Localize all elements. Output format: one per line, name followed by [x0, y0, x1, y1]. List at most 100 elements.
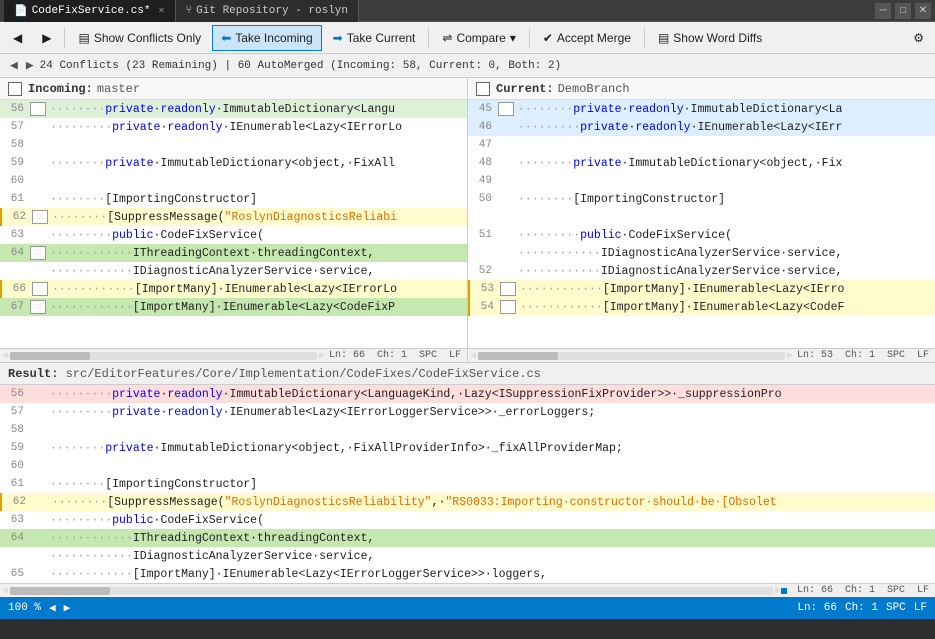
result-path: src/EditorFeatures/Core/Implementation/C…	[66, 367, 541, 381]
sep4	[644, 28, 645, 48]
compare-button[interactable]: ⇌ Compare ▾	[433, 25, 524, 51]
table-row: 49	[468, 172, 935, 190]
table-row: 60	[0, 172, 467, 190]
sep1	[64, 28, 65, 48]
take-incoming-label: Take Incoming	[235, 31, 312, 45]
footer-nav-prev[interactable]: ◀	[49, 601, 56, 615]
table-row: 57 ·········private·readonly·IEnumerable…	[0, 118, 467, 136]
table-row: 61 ········[ImportingConstructor]	[0, 190, 467, 208]
result-scroll-left[interactable]: ◀	[2, 585, 8, 597]
result-label: Result:	[8, 367, 66, 381]
incoming-ln: Ln: 66 Ch: 1 SPC LF	[325, 350, 465, 361]
show-word-diffs-button[interactable]: ▤ Show Word Diffs	[649, 25, 771, 51]
table-row: 56 ·········private·readonly·ImmutableDi…	[0, 385, 935, 403]
footer-spc: SPC	[886, 602, 906, 614]
incoming-checkbox[interactable]	[8, 82, 22, 96]
footer-nav-next[interactable]: ▶	[64, 601, 71, 615]
table-row: 62 ········[SuppressMessage("RoslynDiagn…	[0, 493, 935, 511]
table-row: 65 ············[ImportMany]·IEnumerable<…	[0, 565, 935, 583]
table-row: 58	[0, 421, 935, 439]
show-conflicts-label: Show Conflicts Only	[94, 31, 201, 45]
table-row: 51 ·········public·CodeFixService(	[468, 226, 935, 244]
footer-bar: 100 % ◀ ▶ Ln: 66 Ch: 1 SPC LF	[0, 597, 935, 619]
nav-back-button[interactable]: ◀	[4, 25, 31, 51]
incoming-scroll-left[interactable]: ◀	[2, 350, 8, 362]
table-row: 64 ☑ ············IThreadingContext·threa…	[0, 244, 467, 262]
nav-forward-button[interactable]: ▶	[33, 25, 60, 51]
incoming-header: Incoming: master	[0, 78, 467, 100]
toolbar: ◀ ▶ ▤ Show Conflicts Only ⬅ Take Incomin…	[0, 22, 935, 54]
table-row: 61 ········[ImportingConstructor]	[0, 475, 935, 493]
title-tabs: 📄 CodeFixService.cs* ✕ ⑂ Git Repository …	[4, 0, 359, 22]
compare-dropdown-icon: ▾	[510, 31, 516, 45]
show-conflicts-button[interactable]: ▤ Show Conflicts Only	[69, 25, 210, 51]
close-button[interactable]: ✕	[915, 3, 931, 19]
table-row: 57 ·········private·readonly·IEnumerable…	[0, 403, 935, 421]
footer-ch: Ch: 1	[845, 602, 878, 614]
settings-icon: ⚙	[913, 31, 924, 45]
current-pane: Current: DemoBranch 45 ········private·r…	[468, 78, 935, 362]
tab-gitRepo[interactable]: ⑂ Git Repository - roslyn	[176, 0, 359, 22]
compare-icon: ⇌	[442, 31, 452, 45]
table-row: ············IDiagnosticAnalyzerService·s…	[0, 547, 935, 565]
footer-zoom: 100 %	[8, 602, 41, 614]
nav-back-icon: ◀	[13, 31, 22, 45]
tab-label-gitRepo: Git Repository - roslyn	[196, 5, 348, 17]
title-bar: 📄 CodeFixService.cs* ✕ ⑂ Git Repository …	[0, 0, 935, 22]
table-row: ············IDiagnosticAnalyzerService·s…	[0, 262, 467, 280]
table-row: 58	[0, 136, 467, 154]
tab-codeFix[interactable]: 📄 CodeFixService.cs* ✕	[4, 0, 176, 22]
take-current-icon: ➡	[333, 31, 343, 45]
tab-label-codeFix: CodeFixService.cs*	[32, 5, 151, 17]
take-current-button[interactable]: ➡ Take Current	[324, 25, 425, 51]
result-scrollbar[interactable]: ◀ ▶ Ln: 66 Ch: 1 SPC LF	[0, 583, 935, 597]
minimize-button[interactable]: ─	[875, 3, 891, 19]
sep3	[529, 28, 530, 48]
tab-icon-codeFix: 📄	[14, 4, 28, 18]
table-row: 59 ········private·ImmutableDictionary<o…	[0, 154, 467, 172]
incoming-pane: Incoming: master 56 ········private·read…	[0, 78, 468, 362]
table-row: 59 ········private·ImmutableDictionary<o…	[0, 439, 935, 457]
result-ln: Ln: 66 Ch: 1 SPC LF	[793, 585, 933, 596]
take-incoming-button[interactable]: ⬅ Take Incoming	[212, 25, 321, 51]
table-row: 54 ············[ImportMany]·IEnumerable<…	[468, 298, 935, 316]
table-row: 62 ☑ ········[SuppressMessage("RoslynDia…	[0, 208, 467, 226]
table-row: 48 ········private·ImmutableDictionary<o…	[468, 154, 935, 172]
table-row	[468, 208, 935, 226]
footer-lf: LF	[914, 602, 927, 614]
status-text: 24 Conflicts (23 Remaining) | 60 AutoMer…	[40, 60, 562, 72]
current-checkbox[interactable]	[476, 82, 490, 96]
table-row: 63 ·········public·CodeFixService(	[0, 511, 935, 529]
current-ln: Ln: 53 Ch: 1 SPC LF	[793, 350, 933, 361]
current-content[interactable]: 45 ········private·readonly·ImmutableDic…	[468, 100, 935, 348]
settings-button[interactable]: ⚙	[906, 25, 931, 51]
close-tab-codeFix[interactable]: ✕	[159, 5, 165, 17]
maximize-button[interactable]: □	[895, 3, 911, 19]
change-indicator	[781, 588, 787, 594]
incoming-content[interactable]: 56 ········private·readonly·ImmutableDic…	[0, 100, 467, 348]
current-scrollbar[interactable]: ◀ ▶ Ln: 53 Ch: 1 SPC LF	[468, 348, 935, 362]
diff-area: Incoming: master 56 ········private·read…	[0, 78, 935, 363]
next-conflict-button[interactable]: ▶	[24, 58, 36, 73]
accept-merge-button[interactable]: ✔ Accept Merge	[534, 25, 640, 51]
table-row: 63 ·········public·CodeFixService(	[0, 226, 467, 244]
take-current-label: Take Current	[347, 31, 416, 45]
result-section: Result: src/EditorFeatures/Core/Implemen…	[0, 363, 935, 597]
table-row: 50 ········[ImportingConstructor]	[468, 190, 935, 208]
table-row: 53 ············[ImportMany]·IEnumerable<…	[468, 280, 935, 298]
result-header: Result: src/EditorFeatures/Core/Implemen…	[0, 363, 935, 385]
accept-merge-icon: ✔	[543, 31, 553, 45]
window-controls: ─ □ ✕	[875, 3, 931, 19]
prev-conflict-button[interactable]: ◀	[8, 58, 20, 73]
table-row: 52 ············IDiagnosticAnalyzerServic…	[468, 262, 935, 280]
table-row: 46 ·········private·readonly·IEnumerable…	[468, 118, 935, 136]
compare-label: Compare	[456, 31, 505, 45]
incoming-scrollbar[interactable]: ◀ ▶ Ln: 66 Ch: 1 SPC LF	[0, 348, 467, 362]
show-conflicts-icon: ▤	[78, 31, 89, 45]
current-scroll-left[interactable]: ◀	[470, 350, 476, 362]
show-word-diffs-icon: ▤	[658, 31, 669, 45]
result-content[interactable]: 56 ·········private·readonly·ImmutableDi…	[0, 385, 935, 583]
accept-merge-label: Accept Merge	[557, 31, 631, 45]
show-word-diffs-label: Show Word Diffs	[673, 31, 762, 45]
table-row: 56 ········private·readonly·ImmutableDic…	[0, 100, 467, 118]
